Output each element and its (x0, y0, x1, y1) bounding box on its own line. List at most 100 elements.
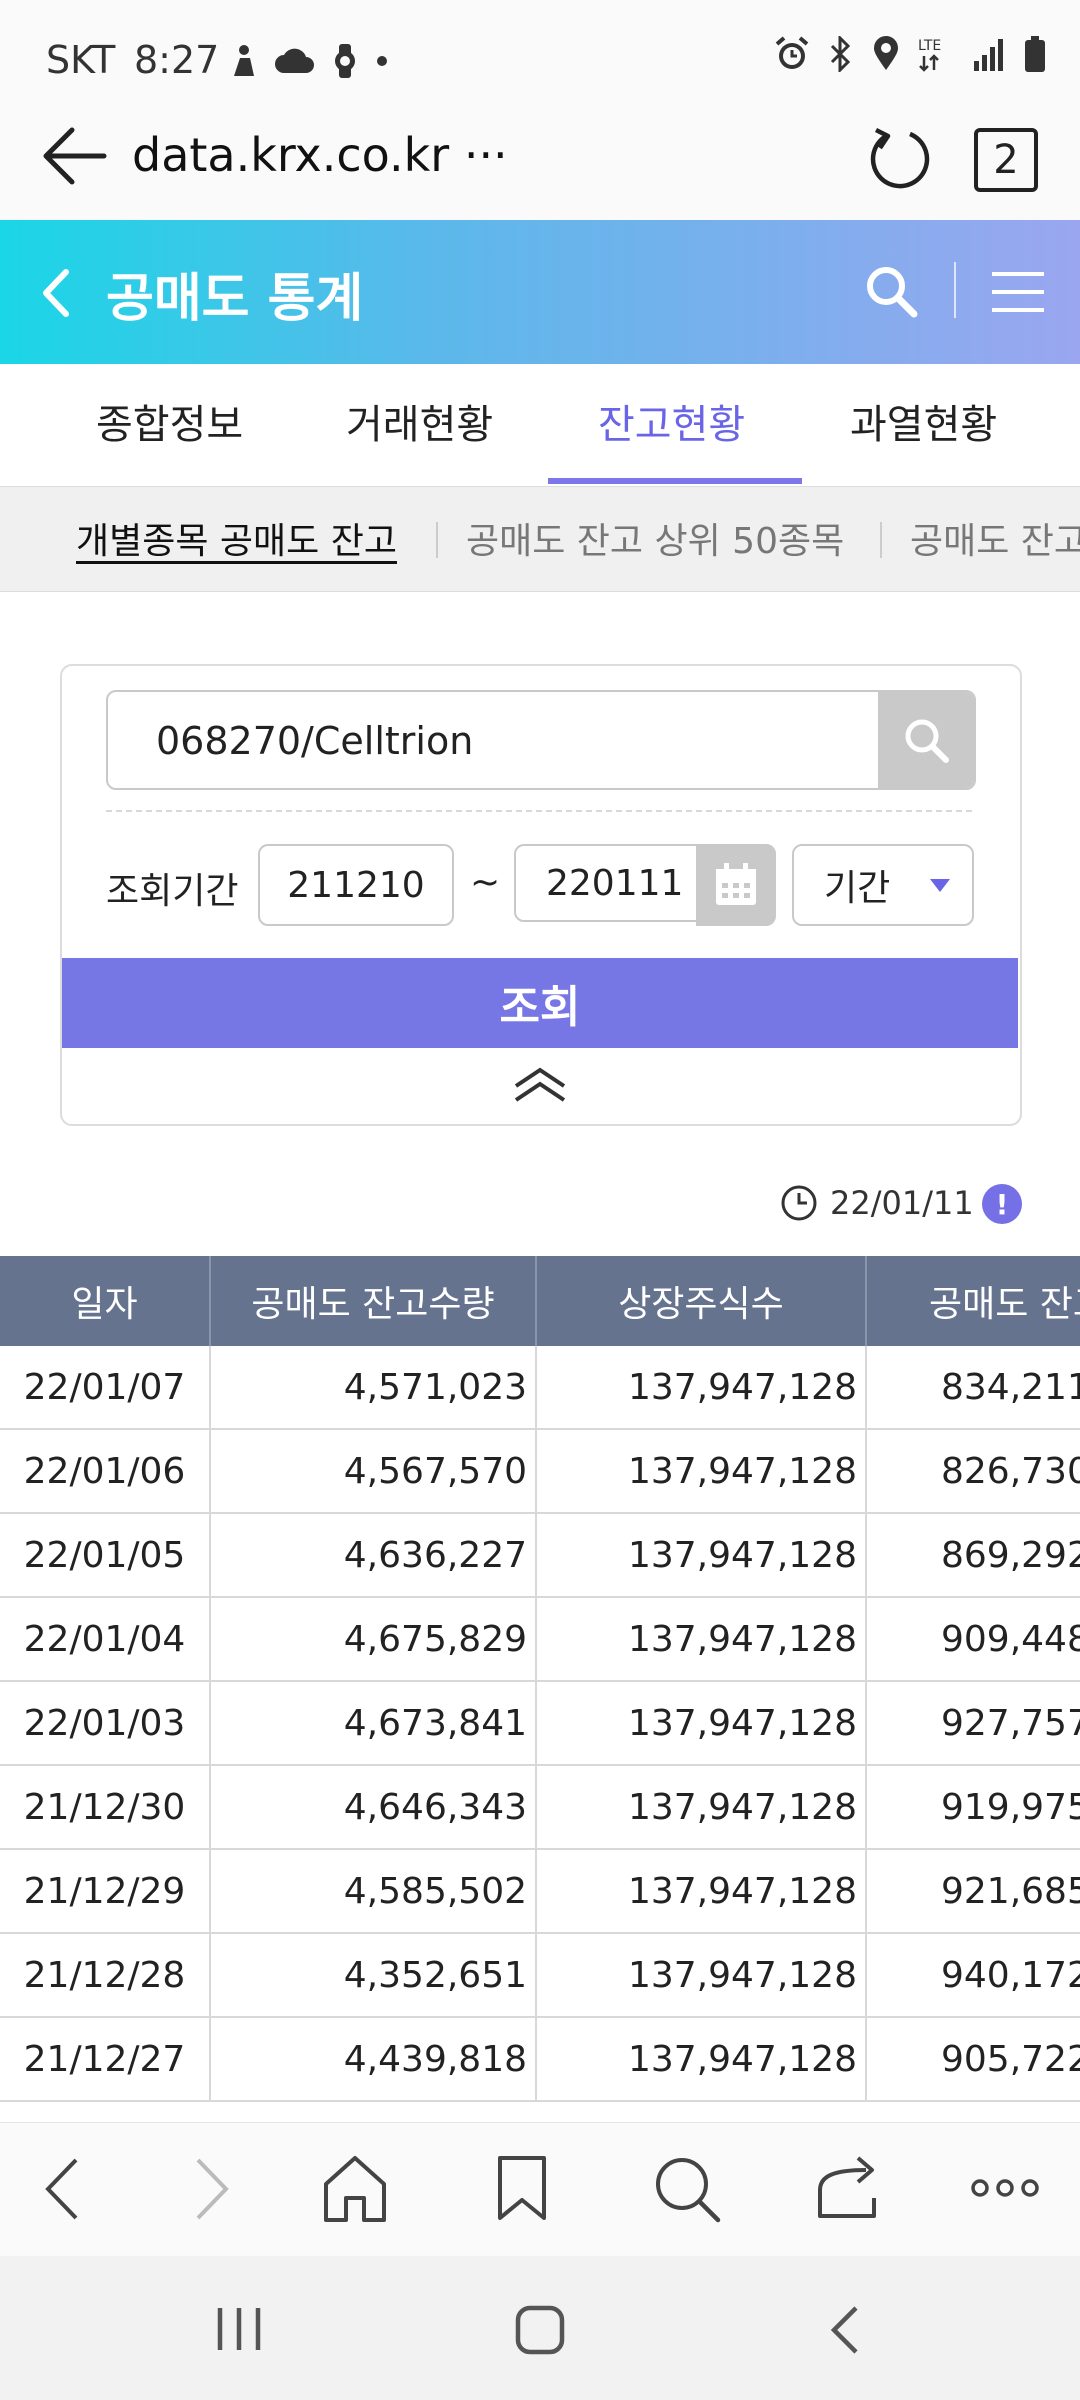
subtab-divider (436, 522, 438, 558)
system-back-icon[interactable] (828, 2304, 862, 2356)
table-row: 21/12/28 4,352,651 137,947,128 940,172 (0, 1933, 1080, 2018)
cell-balance-qty: 4,646,343 (210, 1765, 537, 1850)
cell-balance-amount: 921,685 (866, 1849, 1080, 1934)
search-icon[interactable] (864, 264, 918, 318)
table-row: 22/01/07 4,571,023 137,947,128 834,211 (0, 1346, 1080, 1430)
collapse-chevron-icon[interactable] (510, 1064, 570, 1104)
signal-icon (974, 39, 1003, 71)
search-icon (905, 719, 949, 763)
page-title: 공매도 통계 (106, 269, 364, 329)
start-date-field[interactable]: 211210 (258, 844, 454, 926)
subtab-top50[interactable]: 공매도 잔고 상위 50종목 (466, 512, 844, 564)
cell-date: 22/01/07 (0, 1346, 211, 1430)
header-divider (954, 262, 956, 318)
alarm-icon (775, 36, 809, 69)
watch-icon (335, 44, 355, 78)
browser-back-icon[interactable] (38, 2154, 88, 2224)
notification-icons (228, 44, 388, 78)
cell-listed-shares: 137,947,128 (536, 1933, 867, 2018)
recent-apps-icon[interactable] (214, 2306, 264, 2352)
table-row: 22/01/05 4,636,227 137,947,128 869,292 (0, 1513, 1080, 1598)
cell-balance-qty: 4,636,227 (210, 1513, 537, 1598)
table-row: 21/12/30 4,646,343 137,947,128 919,975 (0, 1765, 1080, 1850)
svg-text:LTE: LTE (918, 38, 941, 54)
tab-balance[interactable]: 잔고현황 (598, 392, 745, 450)
cell-balance-amount: 909,448 (866, 1597, 1080, 1682)
cell-listed-shares: 137,947,128 (536, 1346, 867, 1430)
table-row: 21/12/27 4,439,818 137,947,128 905,722 (0, 2017, 1080, 2102)
calendar-button[interactable] (696, 844, 776, 926)
table-row: 22/01/06 4,567,570 137,947,128 826,730 (0, 1429, 1080, 1514)
browser-search-icon[interactable] (652, 2154, 722, 2224)
bluetooth-icon (830, 36, 851, 72)
cell-balance-amount: 869,292 (866, 1513, 1080, 1598)
cell-balance-amount: 834,211 (866, 1346, 1080, 1430)
subtab-divider (880, 522, 882, 558)
cell-balance-qty: 4,352,651 (210, 1933, 537, 2018)
tab-overheat[interactable]: 과열현황 (850, 392, 997, 450)
col-header-short-balance-amount[interactable]: 공매도 잔고금액 (866, 1256, 1080, 1346)
dot-icon (377, 56, 387, 66)
col-header-date[interactable]: 일자 (0, 1256, 211, 1346)
active-tab-indicator (548, 478, 802, 484)
table-row: 21/12/29 4,585,502 137,947,128 921,685 (0, 1849, 1080, 1934)
period-label: 조회기간 (106, 871, 239, 912)
cell-balance-amount: 940,172 (866, 1933, 1080, 2018)
system-home-icon[interactable] (514, 2304, 566, 2356)
cell-date: 22/01/05 (0, 1513, 211, 1598)
period-select-value: 기간 (824, 868, 891, 909)
cell-listed-shares: 137,947,128 (536, 2017, 867, 2102)
search-submit-button[interactable]: 조회 (62, 958, 1018, 1048)
period-select[interactable]: 기간 (792, 844, 974, 926)
reload-icon[interactable] (866, 124, 934, 192)
menu-icon[interactable] (990, 270, 1046, 314)
cell-listed-shares: 137,947,128 (536, 1513, 867, 1598)
cell-date: 21/12/30 (0, 1765, 211, 1850)
col-header-listed-shares[interactable]: 상장주식수 (536, 1256, 867, 1346)
table-row: 22/01/04 4,675,829 137,947,128 909,448 (0, 1597, 1080, 1682)
cell-balance-amount: 905,722 (866, 2017, 1080, 2102)
more-options-icon[interactable] (970, 2176, 1040, 2200)
carrier-label: SKT (46, 38, 116, 82)
dropdown-arrow-icon (930, 879, 951, 892)
cell-balance-amount: 919,975 (866, 1765, 1080, 1850)
cell-balance-qty: 4,439,818 (210, 2017, 537, 2102)
cell-balance-qty: 4,675,829 (210, 1597, 537, 1682)
tab-count-button[interactable]: 2 (974, 128, 1038, 192)
tab-trading[interactable]: 거래현황 (346, 392, 493, 450)
cell-balance-qty: 4,585,502 (210, 1849, 537, 1934)
calendar-icon (716, 863, 756, 905)
cell-listed-shares: 137,947,128 (536, 1849, 867, 1934)
back-arrow-icon[interactable] (40, 126, 110, 186)
activity-icon (234, 45, 254, 76)
url-text[interactable]: data.krx.co.kr ··· (132, 128, 508, 182)
cell-balance-amount: 927,757 (866, 1681, 1080, 1766)
lte-icon: LTE (918, 38, 941, 72)
home-icon[interactable] (322, 2154, 388, 2224)
cell-listed-shares: 137,947,128 (536, 1681, 867, 1766)
balance-table: 일자 공매도 잔고수량 상장주식수 공매도 잔고금액 22/01/07 4,57… (0, 1256, 1080, 2122)
as-of-date-text: 22/01/11 (830, 1184, 974, 1222)
cell-date: 21/12/27 (0, 2017, 211, 2102)
cell-balance-qty: 4,567,570 (210, 1429, 537, 1514)
header-back-icon[interactable] (38, 268, 72, 318)
system-status-icons: LTE (774, 36, 1046, 72)
date-separator: ~ (470, 862, 501, 903)
info-badge[interactable]: ! (982, 1184, 1022, 1224)
subtab-individual-balance[interactable]: 개별종목 공매도 잔고 (76, 512, 397, 564)
share-icon[interactable] (814, 2154, 888, 2224)
stock-search-button[interactable] (878, 692, 974, 788)
cell-date: 22/01/06 (0, 1429, 211, 1514)
cell-balance-amount: 826,730 (866, 1429, 1080, 1514)
subtab-balance-more[interactable]: 공매도 잔고 (910, 521, 1080, 562)
tab-overview[interactable]: 종합정보 (96, 392, 243, 450)
cell-date: 22/01/03 (0, 1681, 211, 1766)
cell-balance-qty: 4,571,023 (210, 1346, 537, 1430)
bookmark-icon[interactable] (494, 2154, 550, 2224)
col-header-short-balance-qty[interactable]: 공매도 잔고수량 (210, 1256, 537, 1346)
stock-search-input[interactable] (154, 692, 858, 788)
location-icon (874, 36, 898, 70)
table-row: 22/01/03 4,673,841 137,947,128 927,757 (0, 1681, 1080, 1766)
cell-date: 21/12/28 (0, 1933, 211, 2018)
browser-forward-icon[interactable] (186, 2154, 236, 2224)
